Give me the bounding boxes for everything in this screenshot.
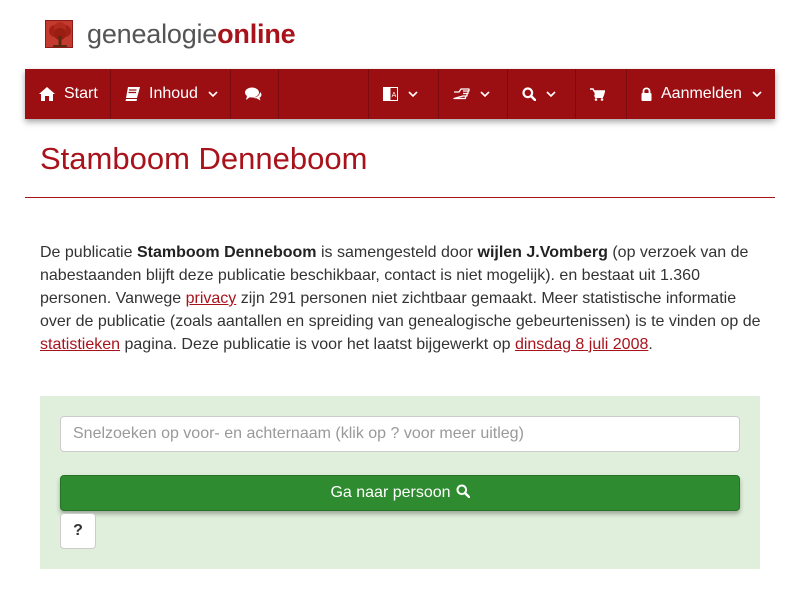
chevron-down-icon	[208, 90, 218, 98]
nav-forum[interactable]	[231, 69, 279, 119]
intro-text: pagina. Deze publicatie is voor het laat…	[120, 336, 515, 353]
nav-login-dropdown[interactable]: Aanmelden	[627, 69, 775, 119]
quick-search-panel: Ga naar persoon ?	[40, 396, 760, 569]
nav-language-dropdown[interactable]: A	[369, 69, 439, 119]
chevron-down-icon	[546, 90, 556, 98]
comments-icon	[245, 87, 262, 101]
site-name: genealogieonline	[87, 18, 296, 50]
navbar-spacer	[279, 69, 369, 119]
go-to-person-label: Ga naar persoon	[330, 484, 451, 501]
go-to-person-button[interactable]: Ga naar persoon	[60, 475, 740, 511]
chevron-down-icon	[480, 90, 490, 98]
hand-pointer-icon	[453, 87, 470, 101]
site-name-part1: genealogie	[87, 19, 218, 49]
nav-cart[interactable]	[576, 69, 627, 119]
lock-icon	[641, 87, 652, 101]
home-icon	[39, 87, 55, 101]
site-logo[interactable]: genealogieonline	[45, 18, 296, 50]
site-name-part2: online	[217, 19, 296, 49]
svg-text:A: A	[392, 92, 397, 99]
nav-start-label: Start	[64, 85, 98, 102]
statistics-link[interactable]: statistieken	[40, 336, 120, 353]
privacy-link[interactable]: privacy	[186, 290, 237, 307]
nav-inhoud-dropdown[interactable]: Inhoud	[111, 69, 231, 119]
tree-icon	[45, 20, 73, 48]
book-icon	[125, 87, 140, 101]
language-icon: A	[383, 87, 398, 101]
search-help-button[interactable]: ?	[60, 513, 96, 549]
publication-author: wijlen J.Vomberg	[477, 244, 608, 261]
nav-inhoud-label: Inhoud	[149, 85, 198, 102]
publication-name: Stamboom Denneboom	[136, 244, 317, 261]
publication-description: De publicatie Stamboom Denneboom is same…	[40, 241, 762, 356]
nav-start[interactable]: Start	[25, 69, 111, 119]
nav-search-dropdown[interactable]	[508, 69, 576, 119]
main-navbar: Start Inhoud A Aanmelden	[25, 69, 775, 119]
intro-text: .	[648, 336, 653, 353]
chevron-down-icon	[408, 90, 418, 98]
chevron-down-icon	[752, 90, 762, 98]
title-divider	[25, 197, 775, 198]
shopping-cart-icon	[590, 87, 605, 101]
quick-search-input[interactable]	[60, 416, 740, 452]
search-icon	[522, 87, 536, 101]
nav-hand-dropdown[interactable]	[439, 69, 508, 119]
page-title: Stamboom Denneboom	[40, 141, 368, 176]
nav-login-label: Aanmelden	[661, 85, 742, 102]
intro-text: is samengesteld door	[316, 244, 478, 261]
intro-text: De publicatie	[40, 244, 137, 261]
last-updated-link[interactable]: dinsdag 8 juli 2008	[515, 336, 648, 353]
search-icon	[451, 484, 470, 503]
